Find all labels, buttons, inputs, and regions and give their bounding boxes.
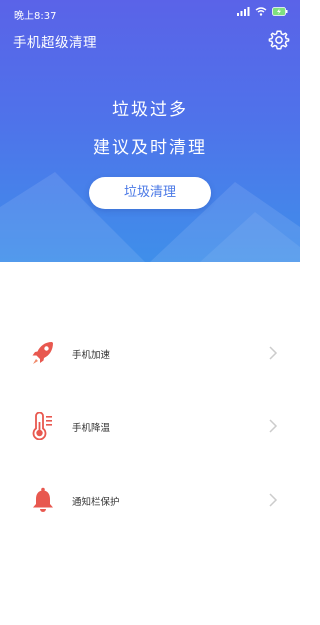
wifi-icon	[255, 7, 267, 16]
menu-item-phone-boost[interactable]: 手机加速	[0, 333, 300, 373]
status-bar: 晚上8:37	[0, 0, 300, 26]
menu-item-phone-cooling[interactable]: 手机降温	[0, 406, 300, 446]
thermometer-icon	[32, 412, 52, 440]
bell-icon	[33, 487, 53, 512]
status-icons	[237, 7, 288, 16]
rocket-icon	[32, 342, 53, 364]
app-screen: 晚上8:37 手机超级清理 垃圾过多 建议及时清理 垃圾清理 手机加速 手机降温…	[0, 0, 300, 625]
menu-item-label: 手机降温	[72, 423, 111, 434]
chevron-right-icon	[269, 346, 278, 360]
chevron-right-icon	[269, 419, 278, 433]
hero-headline: 垃圾过多	[112, 100, 188, 120]
app-title: 手机超级清理	[13, 35, 97, 51]
hero-banner: 晚上8:37 手机超级清理 垃圾过多 建议及时清理 垃圾清理	[0, 0, 300, 262]
menu-item-label: 手机加速	[72, 350, 111, 361]
battery-charging-icon	[272, 7, 288, 16]
menu-item-notification-protection[interactable]: 通知栏保护	[0, 480, 300, 520]
gear-icon[interactable]	[268, 29, 290, 51]
chevron-right-icon	[269, 493, 278, 507]
hero-subheadline: 建议及时清理	[93, 138, 207, 158]
menu-item-label: 通知栏保护	[72, 497, 120, 508]
status-time: 晚上8:37	[14, 11, 57, 22]
junk-clean-button[interactable]: 垃圾清理	[89, 177, 211, 209]
signal-icon	[237, 7, 250, 16]
